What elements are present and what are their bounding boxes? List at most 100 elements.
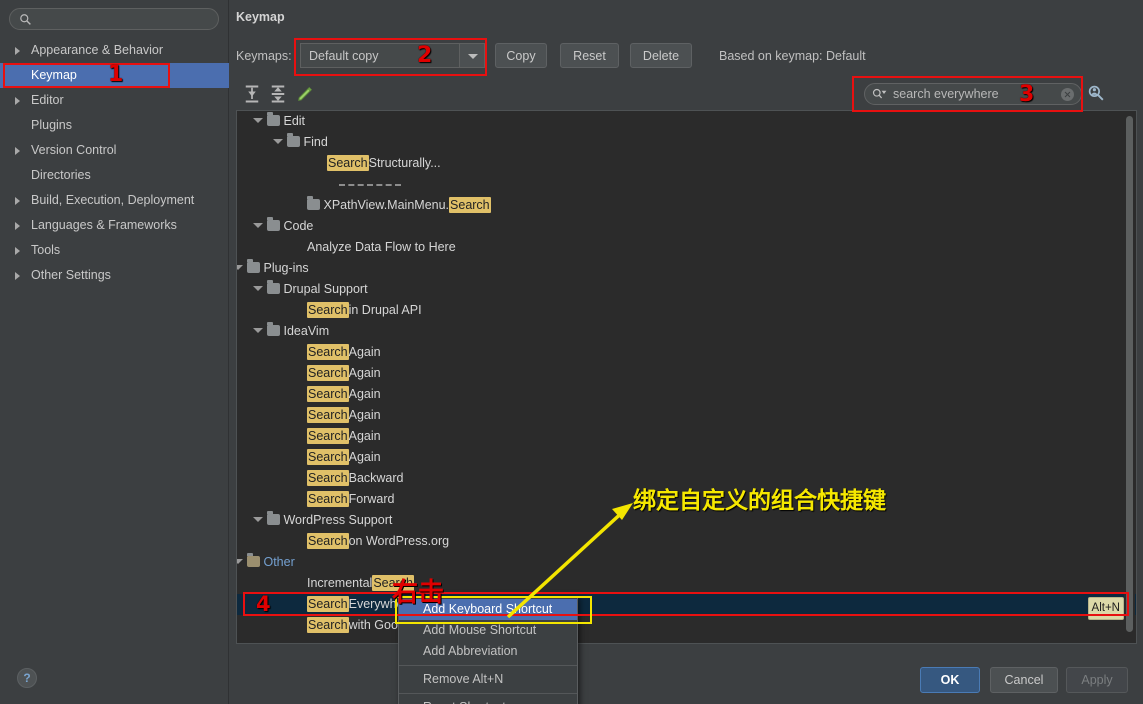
chevron-down-icon[interactable] [253,517,263,522]
keymap-tree-row[interactable]: Plug-ins [237,258,1136,279]
tree-row-match-highlight: Search [449,197,491,213]
sidebar-item-tools[interactable]: Tools [0,238,229,263]
scrollbar-thumb[interactable] [1126,116,1133,632]
ok-button[interactable]: OK [920,667,980,693]
keymap-tree-row[interactable]: XPathView.MainMenu.Search [237,195,1136,216]
keymap-tree-row[interactable]: Drupal Support [237,279,1136,300]
sidebar-item-version-control[interactable]: Version Control [0,138,229,163]
sidebar-item-other-settings[interactable]: Other Settings [0,263,229,288]
tree-row-text: Again [348,408,381,422]
keymap-tree-row[interactable]: IdeaVim [237,321,1136,342]
search-dropdown-icon[interactable] [872,87,888,101]
keymap-tree-row[interactable]: Analyze Data Flow to Here [237,237,1136,258]
cancel-button[interactable]: Cancel [990,667,1058,693]
sidebar-item-build-execution-deployment[interactable]: Build, Execution, Deployment [0,188,229,213]
tree-row-text: Forward [348,492,395,506]
tree-row-text: Drupal Support [283,282,368,296]
tree-row-text: Again [348,429,381,443]
tree-row-text: Edit [283,114,306,128]
sidebar-item-directories[interactable]: Directories [0,163,229,188]
tree-row-text: Plug-ins [263,261,309,275]
edit-pencil-icon[interactable] [295,84,315,104]
menu-item-reset-shortcuts[interactable]: Reset Shortcuts [399,697,577,704]
tree-vertical-scrollbar[interactable] [1124,112,1135,643]
copy-button[interactable]: Copy [495,43,547,68]
chevron-down-icon[interactable] [253,223,263,228]
clear-icon[interactable] [1061,88,1074,101]
search-icon [20,14,31,25]
annotation-number-4: 4 [256,592,271,616]
tree-row-content: XPathView.MainMenu.Search [307,196,491,213]
keymap-tree-row[interactable]: Search in Drupal API [237,300,1136,321]
menu-item-remove-alt-n[interactable]: Remove Alt+N [399,669,577,690]
tree-row-text: WordPress Support [283,513,393,527]
shortcut-context-menu[interactable]: Add Keyboard Shortcut Add Mouse Shortcut A… [398,596,578,704]
keymap-tree-row-selected[interactable]: Search Everywhere Alt+N [237,594,1136,620]
folder-icon [267,511,280,525]
keymap-tree-row[interactable]: Search Structurally... [237,153,1136,174]
tree-row-content: Drupal Support [267,280,368,296]
tree-row-content: Other [247,553,295,569]
tree-row-content: Analyze Data Flow to Here [307,240,456,254]
folder-icon [247,553,260,567]
folder-icon [307,196,320,210]
menu-item-label: Reset Shortcuts [423,700,512,704]
tree-row-match-highlight: Search [307,533,349,549]
chevron-down-icon[interactable] [273,139,283,144]
menu-item-label: Add Mouse Shortcut [423,623,537,637]
settings-sidebar: Appearance & Behavior Keymap Editor Plugins… [0,0,229,704]
keymap-tree-row[interactable]: Search Again [237,384,1136,405]
sidebar-item-label: Languages & Frameworks [31,218,177,232]
keymap-tree[interactable]: Edit Find Search Structurally... XPathVie… [236,110,1137,644]
help-question-icon[interactable]: ? [17,668,37,688]
menu-item-add-abbreviation[interactable]: Add Abbreviation [399,641,577,662]
keymap-tree-row[interactable]: Search with Google [237,615,1136,636]
menu-separator [399,693,577,694]
keymap-tree-row[interactable]: Search on WordPress.org [237,531,1136,552]
keymap-tree-row[interactable]: Search Again [237,426,1136,447]
keymap-panel: Keymap Keymaps: Default copy Copy Reset … [230,0,1143,704]
sidebar-item-label: Plugins [31,118,72,132]
tree-row-content: Search on WordPress.org [307,533,449,549]
tree-row-match-highlight: Search [307,596,349,612]
tree-row-match-highlight: Search [327,155,369,171]
sidebar-item-editor[interactable]: Editor [0,88,229,113]
menu-item-add-mouse-shortcut[interactable]: Add Mouse Shortcut [399,620,577,641]
collapse-all-icon[interactable] [268,84,288,104]
folder-icon [267,280,280,294]
folder-icon [267,112,280,126]
keymap-tree-row[interactable]: Incremental Search [237,573,1136,594]
chevron-down-icon[interactable] [253,286,263,291]
sidebar-item-appearance-behavior[interactable]: Appearance & Behavior [0,38,229,63]
chevron-down-icon[interactable] [459,44,484,67]
keymap-tree-row[interactable]: Search Again [237,447,1136,468]
keymap-tree-row[interactable] [237,174,1136,195]
tree-separator [339,184,401,186]
keymap-tree-row[interactable]: Other [237,552,1136,573]
tree-row-text: Backward [348,471,404,485]
sidebar-search-input[interactable] [36,11,211,28]
apply-button[interactable]: Apply [1066,667,1128,693]
find-by-shortcut-icon[interactable] [1087,84,1106,103]
chevron-down-icon[interactable] [253,118,263,123]
keymap-tree-row[interactable]: Find [237,132,1136,153]
keymap-tree-row[interactable]: Code [237,216,1136,237]
chevron-down-icon[interactable] [253,328,263,333]
reset-button[interactable]: Reset [560,43,619,68]
chevron-down-icon[interactable] [237,559,243,564]
keymap-tree-row[interactable]: Edit [237,111,1136,132]
sidebar-item-languages-frameworks[interactable]: Languages & Frameworks [0,213,229,238]
sidebar-item-plugins[interactable]: Plugins [0,113,229,138]
keymap-tree-row[interactable]: Search Again [237,363,1136,384]
keymap-select[interactable]: Default copy [300,43,485,68]
keymap-filter-search-box[interactable]: search everywhere [864,83,1082,105]
keymap-tree-rows: Edit Find Search Structurally... XPathVie… [237,111,1136,636]
chevron-down-icon[interactable] [237,265,243,270]
annotation-number-1: 1 [108,62,124,87]
keymap-tree-row[interactable]: Search Again [237,342,1136,363]
sidebar-item-label: Editor [31,93,64,107]
expand-all-icon[interactable] [242,84,262,104]
keymap-tree-row[interactable]: Search Again [237,405,1136,426]
delete-button[interactable]: Delete [630,43,692,68]
sidebar-search-box[interactable] [9,8,219,30]
